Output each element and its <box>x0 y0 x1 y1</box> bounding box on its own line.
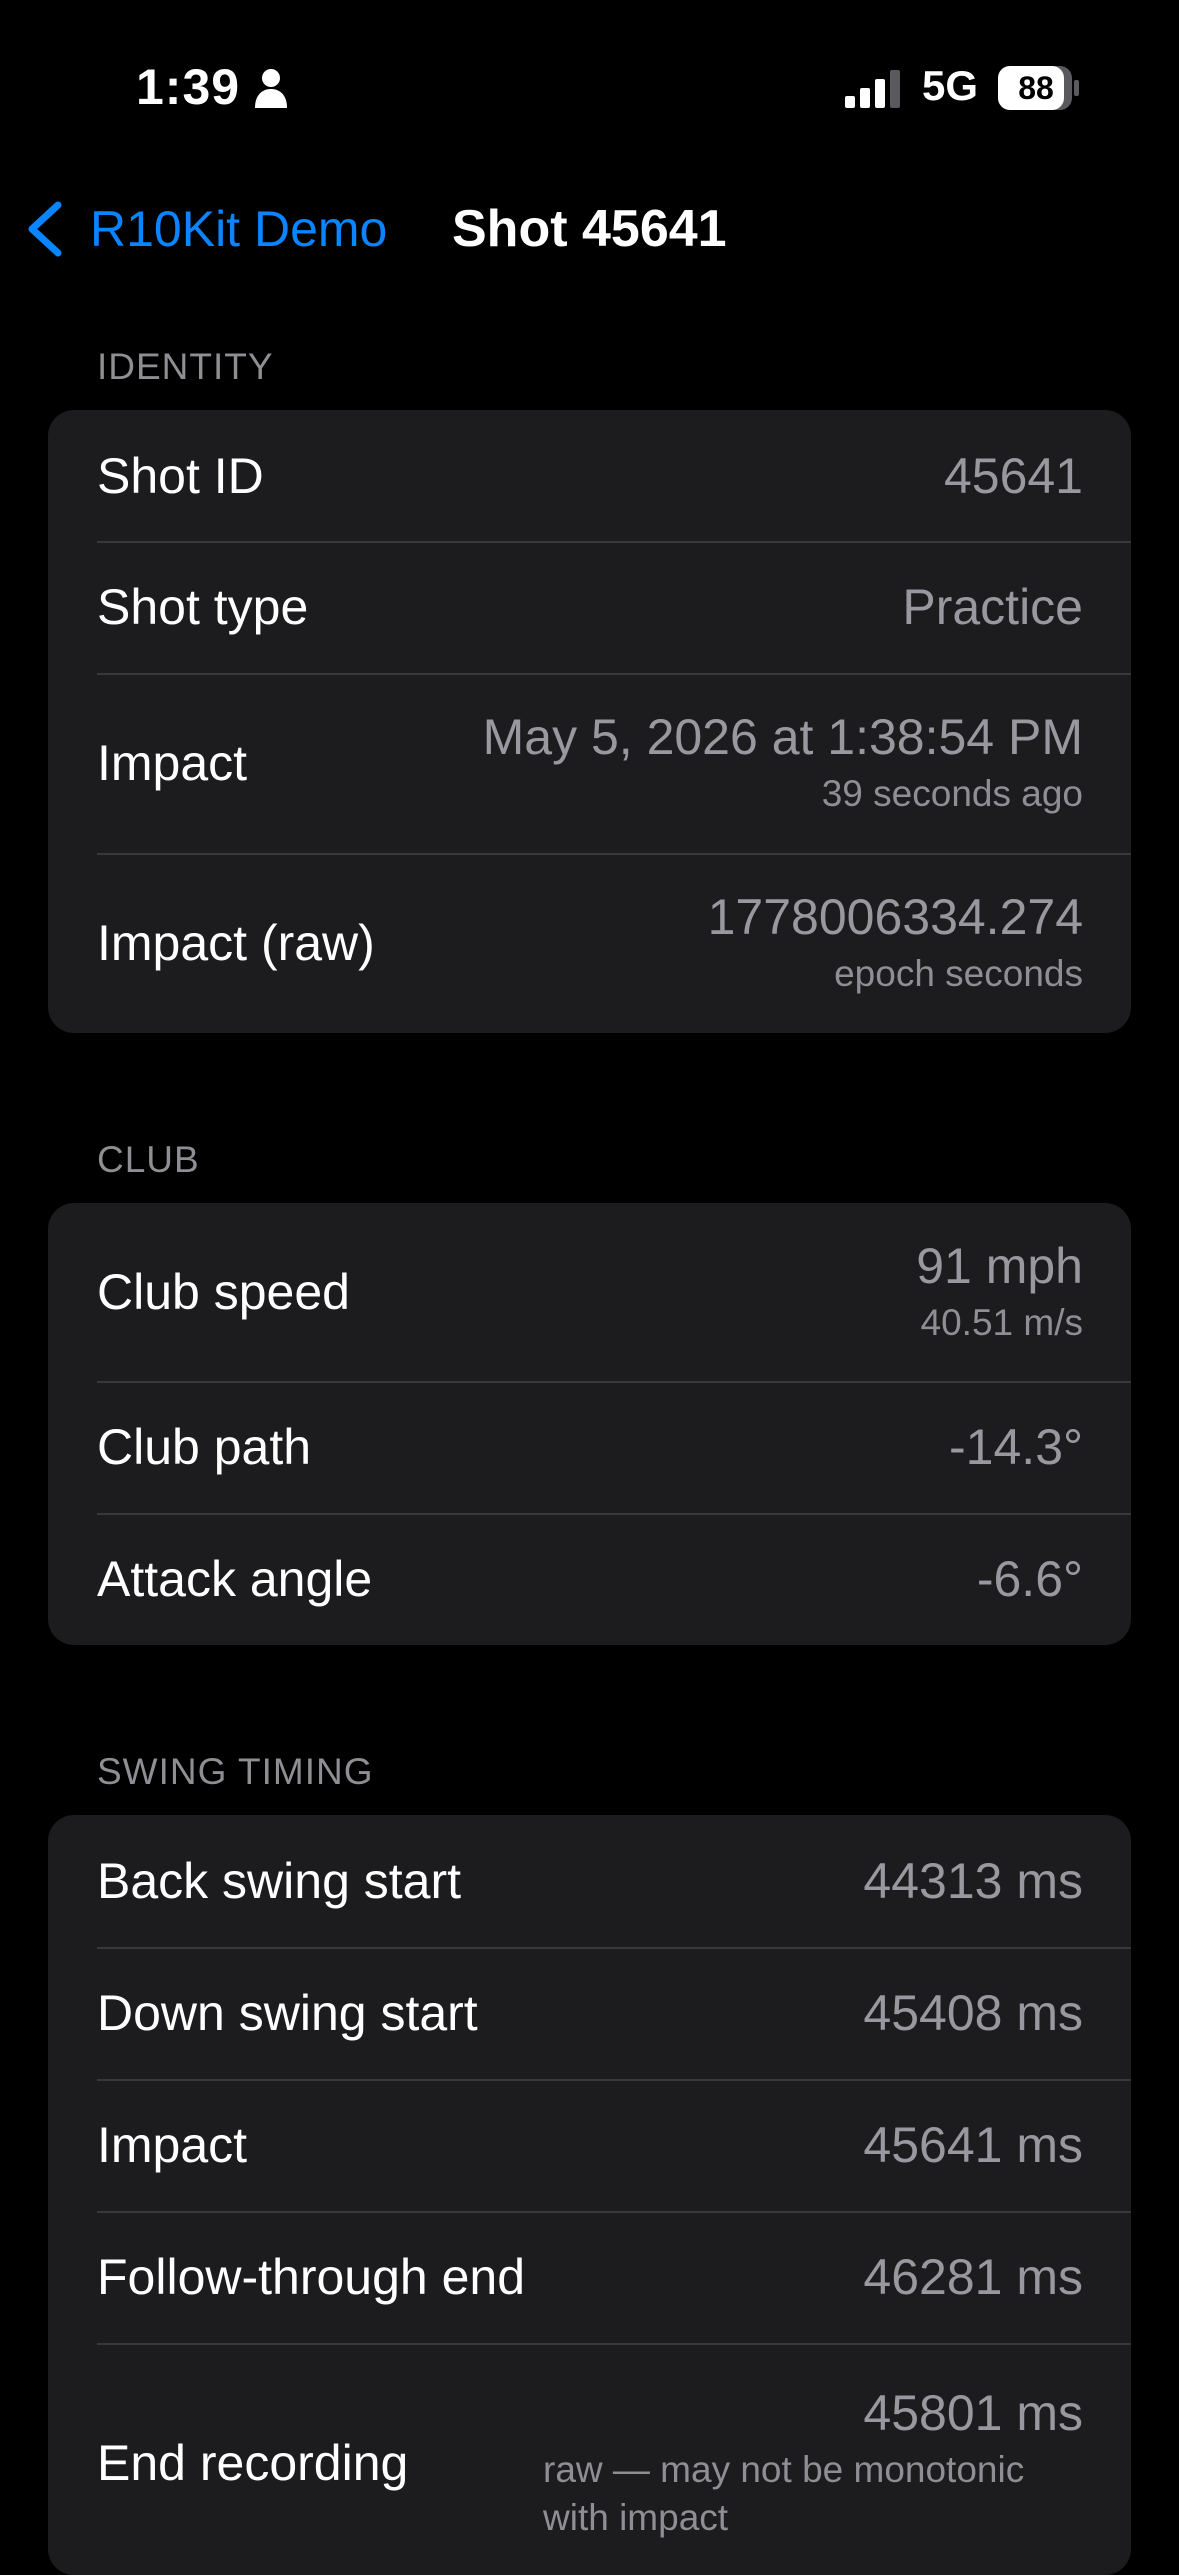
row-attack-angle: Attack angle -6.6° <box>48 1513 1131 1645</box>
row-label: Back swing start <box>97 1853 462 1909</box>
row-impact: Impact May 5, 2026 at 1:38:54 PM 39 seco… <box>48 673 1131 853</box>
row-value: 45641 ms <box>863 2117 1083 2173</box>
section-header-club: CLUB <box>97 1139 200 1180</box>
row-impact-time: Impact 45641 ms <box>48 2079 1131 2211</box>
row-back-swing-start: Back swing start 44313 ms <box>48 1815 1131 1947</box>
battery-level: 88 <box>1018 70 1054 106</box>
row-value-group: May 5, 2026 at 1:38:54 PM 39 seconds ago <box>483 708 1083 818</box>
row-shot-id: Shot ID 45641 <box>48 410 1131 541</box>
page-title: Shot 45641 <box>452 200 727 258</box>
row-label: End recording <box>97 2435 409 2491</box>
row-label: Down swing start <box>97 1985 478 2041</box>
row-label: Club path <box>97 1419 312 1475</box>
network-type: 5G <box>922 62 979 109</box>
row-label: Impact <box>97 735 248 791</box>
row-end-recording: End recording 45801 ms raw — may not be … <box>48 2343 1131 2575</box>
row-value: 45408 ms <box>863 1985 1083 2041</box>
row-value: -6.6° <box>976 1551 1083 1607</box>
row-label: Club speed <box>97 1264 350 1320</box>
row-subtitle: 40.51 m/s <box>920 1301 1083 1343</box>
row-value: -14.3° <box>949 1419 1083 1475</box>
row-subtitle: epoch seconds <box>834 952 1083 994</box>
person-icon <box>255 69 287 108</box>
row-club-speed: Club speed 91 mph 40.51 m/s <box>48 1203 1131 1381</box>
row-value-group: 45801 ms raw — may not be monotonic with… <box>543 2384 1083 2542</box>
row-value: 45641 <box>943 447 1083 504</box>
row-label: Attack angle <box>97 1551 373 1607</box>
row-club-path: Club path -14.3° <box>48 1381 1131 1513</box>
back-button-label: R10Kit Demo <box>90 201 388 257</box>
section-header-swing-timing: SWING TIMING <box>97 1751 374 1792</box>
signal-icon <box>845 70 900 108</box>
row-value: 46281 ms <box>863 2249 1083 2305</box>
identity-group: Shot ID 45641 Shot type Practice Impact … <box>48 410 1131 1033</box>
row-impact-raw: Impact (raw) 1778006334.274 epoch second… <box>48 853 1131 1033</box>
status-time: 1:39 <box>136 59 241 115</box>
row-follow-through-end: Follow-through end 46281 ms <box>48 2211 1131 2343</box>
row-subtitle: raw — may not be monotonic with impact <box>543 2448 1025 2538</box>
status-bar: 1:39 5G 88 <box>0 0 1179 170</box>
navigation-bar: R10Kit Demo Shot 45641 <box>0 170 1179 290</box>
swing-timing-group: Back swing start 44313 ms Down swing sta… <box>48 1815 1131 2575</box>
row-value-group: 91 mph 40.51 m/s <box>916 1237 1083 1347</box>
row-label: Follow-through end <box>97 2249 526 2305</box>
row-subtitle: 39 seconds ago <box>821 772 1083 814</box>
row-value: 1778006334.274 <box>707 888 1083 945</box>
row-value: Practice <box>902 579 1083 635</box>
row-value: 91 mph <box>916 1237 1083 1294</box>
row-down-swing-start: Down swing start 45408 ms <box>48 1947 1131 2079</box>
row-label: Impact <box>97 2117 248 2173</box>
row-value-group: 1778006334.274 epoch seconds <box>708 888 1083 998</box>
chevron-left-icon <box>28 201 62 257</box>
row-label: Shot ID <box>97 447 264 504</box>
club-group: Club speed 91 mph 40.51 m/s Club path -1… <box>48 1203 1131 1645</box>
row-label: Shot type <box>97 579 309 635</box>
row-label: Impact (raw) <box>97 915 375 971</box>
section-header-identity: IDENTITY <box>97 346 274 387</box>
back-button[interactable]: R10Kit Demo <box>22 194 387 264</box>
row-value: 45801 ms <box>863 2384 1083 2441</box>
row-shot-type: Shot type Practice <box>48 541 1131 673</box>
row-value: May 5, 2026 at 1:38:54 PM <box>482 708 1083 765</box>
row-value: 44313 ms <box>863 1853 1083 1909</box>
